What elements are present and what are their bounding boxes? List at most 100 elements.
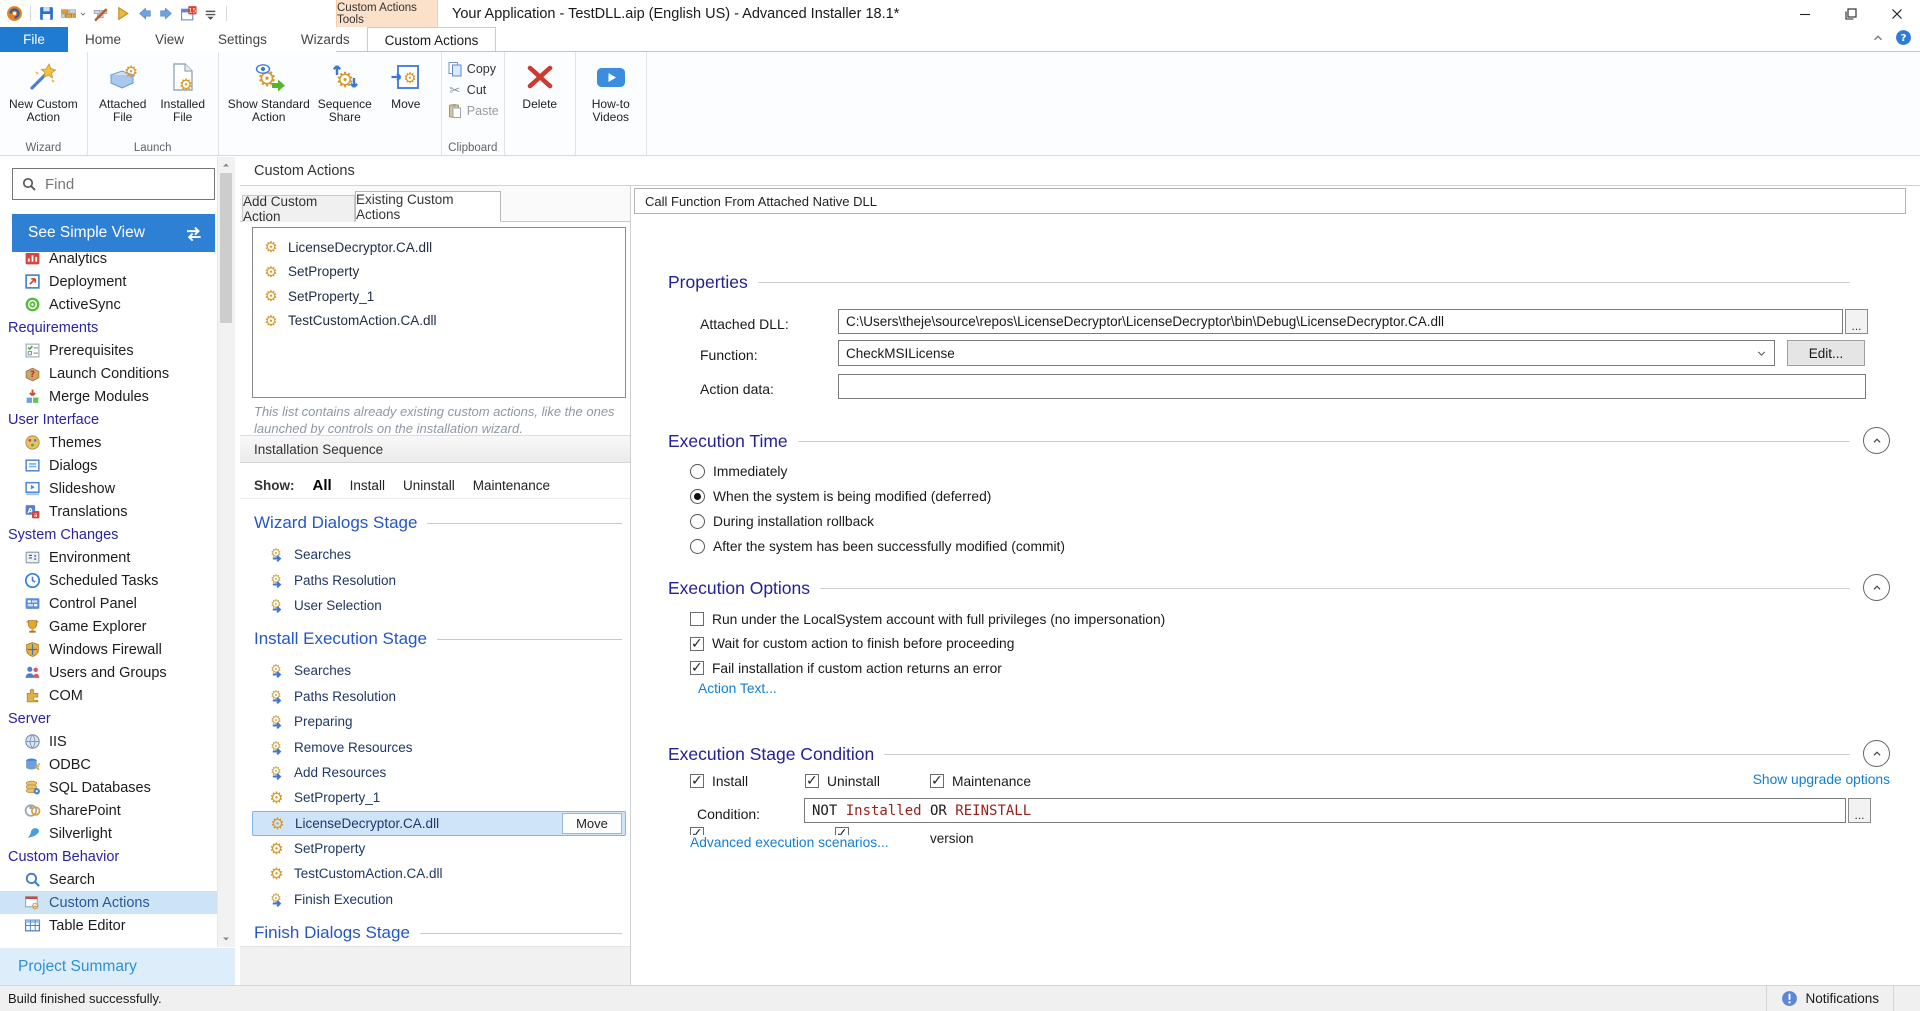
- ribbon-how-to-videos-button[interactable]: How-to Videos: [581, 54, 641, 124]
- scroll-up-icon[interactable]: [220, 159, 232, 171]
- checkbox-run-under-the-localsystem-account-with-f[interactable]: Run under the LocalSystem account with f…: [690, 610, 1165, 628]
- tab-custom-actions[interactable]: Custom Actions: [366, 27, 497, 52]
- checkbox[interactable]: [690, 612, 704, 626]
- filter-uninstall[interactable]: Uninstall: [403, 478, 455, 493]
- filter-maintenance[interactable]: Maintenance: [473, 478, 550, 493]
- checkbox-wait-for-custom-action-to-finish-before-[interactable]: Wait for custom action to finish before …: [690, 635, 1014, 653]
- sidebar-item-launch-conditions[interactable]: ? Launch Conditions: [0, 362, 218, 385]
- checkbox-maintenance[interactable]: Maintenance: [930, 772, 1031, 790]
- sequence-item-user-selection[interactable]: ⚙ User Selection: [252, 593, 626, 618]
- action-text-link[interactable]: Action Text...: [698, 681, 777, 696]
- maximize-button[interactable]: [1828, 0, 1874, 27]
- sidebar-item-analytics[interactable]: Analytics: [0, 253, 218, 270]
- move-button[interactable]: Move: [562, 812, 622, 834]
- sidebar-item-slideshow[interactable]: Slideshow: [0, 477, 218, 500]
- sequence-item-paths-resolution[interactable]: ⚙ Paths Resolution: [252, 684, 626, 709]
- tab-wizards[interactable]: Wizards: [284, 27, 367, 52]
- existing-action-licensedecryptor-ca-dll[interactable]: ⚙ LicenseDecryptor.CA.dll: [253, 235, 625, 260]
- sidebar-item-com[interactable]: COM: [0, 684, 218, 707]
- condition-field[interactable]: NOT Installed OR REINSTALL: [804, 798, 1846, 823]
- project-summary-button[interactable]: Project Summary: [0, 948, 235, 985]
- checkbox[interactable]: [690, 772, 704, 789]
- collapse-execution-time-button[interactable]: [1863, 427, 1890, 454]
- tab-view[interactable]: View: [138, 27, 201, 52]
- checkbox-install[interactable]: Install: [690, 772, 748, 790]
- sidebar-item-prerequisites[interactable]: Prerequisites: [0, 339, 218, 362]
- ribbon-installed-file-button[interactable]: ⚙ Installed File: [153, 54, 213, 124]
- sidebar-item-dialogs[interactable]: Dialogs: [0, 454, 218, 477]
- qat-back-icon[interactable]: [136, 5, 153, 22]
- sidebar-item-sql-databases[interactable]: SQL Databases: [0, 776, 218, 799]
- advanced-scenarios-link[interactable]: Advanced execution scenarios...: [690, 835, 895, 850]
- collapse-execution-options-button[interactable]: [1863, 574, 1890, 601]
- existing-action-testcustomaction-ca-dll[interactable]: ⚙ TestCustomAction.CA.dll: [253, 309, 625, 334]
- existing-action-setproperty-1[interactable]: ⚙ SetProperty_1: [253, 284, 625, 309]
- sequence-item-setproperty-1[interactable]: ⚙ SetProperty_1: [252, 785, 626, 810]
- sequence-item-preparing[interactable]: ⚙ Preparing: [252, 709, 626, 734]
- checkbox[interactable]: [805, 772, 819, 789]
- sidebar-item-custom-actions[interactable]: ⚙ Custom Actions: [0, 891, 218, 914]
- chevron-down-icon[interactable]: [1755, 347, 1768, 360]
- radio-button[interactable]: [690, 488, 705, 504]
- qat-save-icon[interactable]: [38, 5, 55, 22]
- ribbon-delete-button[interactable]: Delete: [510, 54, 570, 111]
- existing-action-setproperty[interactable]: ⚙ SetProperty: [253, 260, 625, 285]
- sidebar-item-windows-firewall[interactable]: Windows Firewall: [0, 638, 218, 661]
- tab-settings[interactable]: Settings: [201, 27, 284, 52]
- ribbon-copy-button[interactable]: Copy: [447, 60, 499, 78]
- ribbon-new-custom-action-button[interactable]: New Custom Action: [5, 54, 82, 124]
- function-combo[interactable]: CheckMSILicense: [838, 340, 1775, 366]
- radio-button[interactable]: [690, 538, 705, 554]
- tab-add-custom-action[interactable]: Add Custom Action: [242, 194, 355, 224]
- checkbox[interactable]: [690, 635, 704, 652]
- condition-browse-button[interactable]: ...: [1848, 798, 1871, 823]
- sequence-item-setproperty[interactable]: ⚙ SetProperty: [252, 836, 626, 861]
- see-simple-view-button[interactable]: See Simple View: [12, 214, 215, 252]
- sidebar-item-silverlight[interactable]: Silverlight: [0, 822, 218, 845]
- ribbon-show-standard-action-button[interactable]: ⚙ Show Standard Action: [224, 54, 314, 124]
- radio-button[interactable]: [690, 513, 705, 529]
- checkbox-uninstall[interactable]: Uninstall: [805, 772, 880, 790]
- attached-dll-field[interactable]: C:\Users\theje\source\repos\LicenseDecry…: [838, 309, 1843, 334]
- sidebar-item-translations[interactable]: Aa Translations: [0, 500, 218, 523]
- existing-actions-list[interactable]: ⚙ LicenseDecryptor.CA.dll ⚙ SetProperty ⚙ Set…: [252, 227, 626, 398]
- sidebar-item-deployment[interactable]: Deployment: [0, 270, 218, 293]
- radio-when-the-system-is-being-modified-deferred[interactable]: When the system is being modified (defer…: [690, 487, 991, 505]
- sidebar-item-table-editor[interactable]: Table Editor: [0, 914, 218, 937]
- ribbon-move-button[interactable]: ⚙ Move: [376, 54, 436, 111]
- qat-build-icon[interactable]: [60, 5, 77, 22]
- tab-home[interactable]: Home: [68, 27, 138, 52]
- sidebar-item-environment[interactable]: Environment: [0, 546, 218, 569]
- sequence-item-add-resources[interactable]: ⚙ Add Resources: [252, 760, 626, 785]
- find-box[interactable]: [12, 168, 215, 200]
- minimize-button[interactable]: [1782, 0, 1828, 27]
- chevron-down-icon[interactable]: [79, 10, 87, 18]
- sequence-item-searches[interactable]: ⚙ Searches: [252, 542, 626, 567]
- tab-existing-custom-actions[interactable]: Existing Custom Actions: [355, 191, 501, 222]
- sidebar-item-game-explorer[interactable]: Game Explorer: [0, 615, 218, 638]
- sidebar-item-merge-modules[interactable]: Merge Modules: [0, 385, 218, 408]
- qat-forward-icon[interactable]: [158, 5, 175, 22]
- show-upgrade-options-link[interactable]: Show upgrade options: [1753, 772, 1890, 787]
- attached-dll-browse-button[interactable]: ...: [1845, 309, 1868, 334]
- sidebar-item-themes[interactable]: Themes: [0, 431, 218, 454]
- radio-immediately[interactable]: Immediately: [690, 462, 787, 480]
- qat-whatsnew-icon[interactable]: 15: [180, 5, 197, 22]
- sidebar-item-search[interactable]: Search: [0, 868, 218, 891]
- sidebar-item-odbc[interactable]: ODBC: [0, 753, 218, 776]
- qat-customize-icon[interactable]: [202, 5, 219, 22]
- sequence-item-testcustomaction-ca-dll[interactable]: ⚙ TestCustomAction.CA.dll: [252, 861, 626, 886]
- tab-file[interactable]: File: [0, 27, 68, 52]
- sidebar-item-activesync[interactable]: ActiveSync: [0, 293, 218, 316]
- edit-function-button[interactable]: Edit...: [1787, 340, 1865, 366]
- checkbox-fail-installation-if-custom-action-retur[interactable]: Fail installation if custom action retur…: [690, 659, 1002, 677]
- ribbon-cut-button[interactable]: ✂ Cut: [447, 81, 499, 99]
- collapse-ribbon-icon[interactable]: [1871, 31, 1885, 45]
- sidebar-item-users-and-groups[interactable]: Users and Groups: [0, 661, 218, 684]
- find-input[interactable]: [43, 174, 214, 194]
- help-icon[interactable]: ?: [1895, 29, 1912, 46]
- ribbon-sequence-share-button[interactable]: ⚙ Sequence Share: [314, 54, 376, 124]
- sidebar-item-scheduled-tasks[interactable]: Scheduled Tasks: [0, 569, 218, 592]
- collapse-stage-condition-button[interactable]: [1863, 740, 1890, 767]
- notifications-button[interactable]: Notifications: [1767, 990, 1893, 1007]
